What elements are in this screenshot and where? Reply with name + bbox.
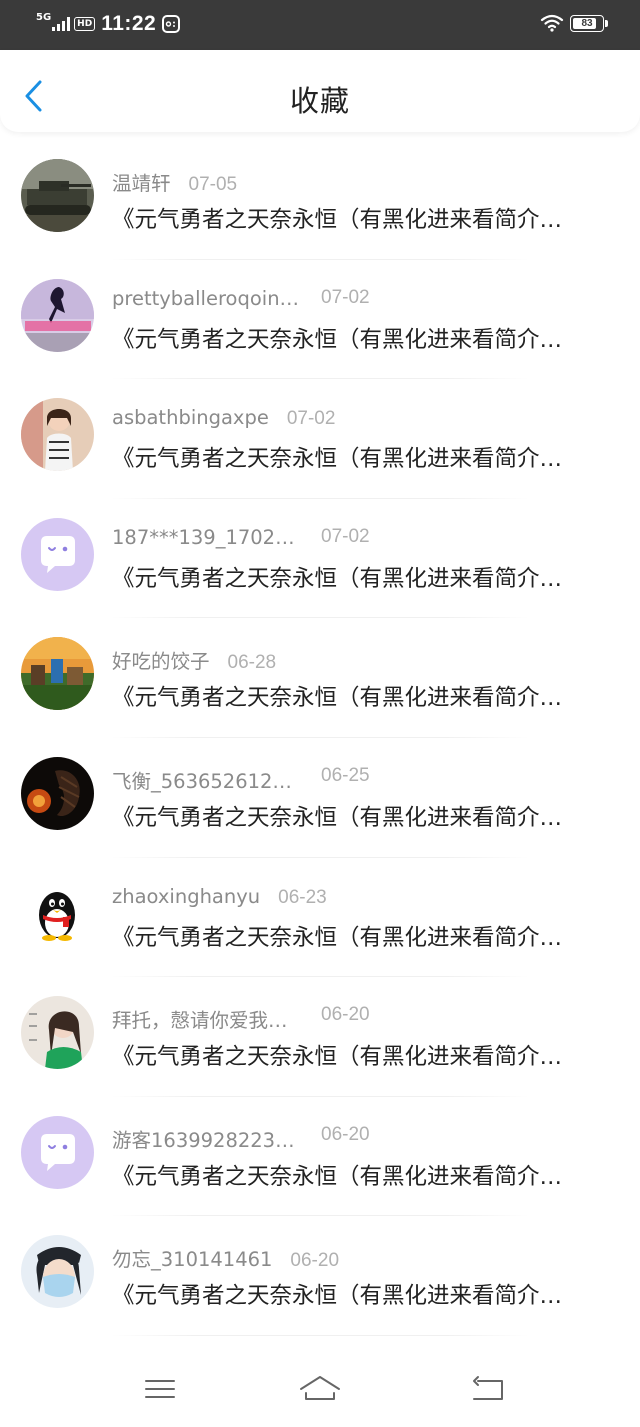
username: 温靖轩 (112, 172, 171, 195)
item-title: 《元气勇者之天奈永恒（有黑化进来看简介… (112, 326, 563, 353)
list-item[interactable]: zhaoxinghanyu 06-23 《元气勇者之天奈永恒（有黑化进来看简介… (0, 858, 640, 978)
username: 187***139_1702… (112, 525, 295, 549)
list-item[interactable]: asbathbingaxpe 07-02 《元气勇者之天奈永恒（有黑化进来看简介… (0, 379, 640, 499)
date: 06-23 (278, 886, 327, 908)
date: 06-20 (321, 1004, 370, 1026)
date: 07-02 (321, 525, 370, 547)
item-meta: 游客1639928223… 06-20 (112, 1124, 370, 1153)
item-meta: 187***139_1702… 07-02 (112, 525, 370, 549)
item-title: 《元气勇者之天奈永恒（有黑化进来看简介… (112, 1163, 563, 1190)
list-item[interactable]: 好吃的饺子 06-28 《元气勇者之天奈永恒（有黑化进来看简介… (0, 618, 640, 738)
username: 拜托，慤请你爱我… (112, 1009, 288, 1033)
avatar (21, 996, 94, 1070)
avatar (21, 1115, 94, 1189)
signal-icon (52, 17, 71, 31)
hd-badge: HD (74, 17, 96, 31)
username: 勿忘_310141461 (112, 1248, 273, 1272)
item-title: 《元气勇者之天奈永恒（有黑化进来看简介… (112, 685, 563, 712)
date: 07-02 (321, 286, 370, 308)
gamepad-icon (162, 15, 181, 33)
avatar (21, 756, 94, 830)
avatar (21, 398, 94, 472)
list-item[interactable]: prettyballeroqoin… 07-02 《元气勇者之天奈永恒（有黑化进… (0, 260, 640, 380)
username: asbathbingaxpe (112, 406, 269, 430)
status-left: 5G HD 11:22 (36, 11, 181, 36)
username: 游客1639928223… (112, 1128, 295, 1152)
item-title: 《元气勇者之天奈永恒（有黑化进来看简介… (112, 1283, 563, 1310)
item-meta: 拜托，慤请你爱我… 06-20 (112, 1004, 370, 1033)
page-title: 收藏 (289, 84, 350, 118)
avatar (21, 517, 94, 591)
item-title: 《元气勇者之天奈永恒（有黑化进来看简介… (112, 1044, 563, 1071)
avatar (21, 637, 94, 711)
item-title: 《元气勇者之天奈永恒（有黑化进来看简介… (112, 804, 563, 831)
date: 06-28 (227, 652, 277, 674)
favorites-list: 温靖轩 07-05 《元气勇者之天奈永恒（有黑化进来看简介… prettybal… (0, 140, 640, 1336)
date: 06-20 (290, 1250, 340, 1272)
item-title: 《元气勇者之天奈永恒（有黑化进来看简介… (112, 446, 563, 473)
avatar (21, 159, 94, 232)
list-item[interactable]: 拜托，慤请你爱我… 06-20 《元气勇者之天奈永恒（有黑化进来看简介… (0, 977, 640, 1097)
status-right: 83 (540, 14, 608, 32)
username: 好吃的饺子 (112, 650, 210, 674)
item-title: 《元气勇者之天奈永恒（有黑化进来看简介… (112, 207, 563, 233)
item-title: 《元气勇者之天奈永恒（有黑化进来看简介… (112, 924, 563, 951)
menu-icon (145, 1380, 175, 1398)
list-item[interactable]: 勿忘_310141461 06-20 《元气勇者之天奈永恒（有黑化进来看简介… (0, 1216, 640, 1336)
battery-icon: 83 (570, 14, 608, 32)
wifi-icon (540, 14, 564, 32)
status-bar: 5G HD 11:22 83 (0, 0, 640, 50)
item-meta: 温靖轩 07-05 (112, 167, 237, 196)
item-meta: prettyballeroqoin… 07-02 (112, 286, 370, 310)
avatar (21, 876, 94, 950)
back-icon (473, 1376, 503, 1400)
page-header: 收藏 (0, 50, 640, 132)
network-type: 5G (36, 11, 52, 23)
home-button[interactable] (298, 1373, 342, 1405)
menu-button[interactable] (140, 1373, 180, 1405)
item-meta: asbathbingaxpe 07-02 (112, 406, 335, 430)
item-title: 《元气勇者之天奈永恒（有黑化进来看简介… (112, 565, 563, 592)
back-nav-button[interactable] (468, 1373, 508, 1405)
username: 飞衡_563652612… (112, 769, 292, 793)
date: 06-20 (321, 1123, 370, 1145)
list-item[interactable]: 温靖轩 07-05 《元气勇者之天奈永恒（有黑化进来看简介… (0, 140, 640, 260)
username: zhaoxinghanyu (112, 884, 261, 908)
status-time: 11:22 (101, 12, 157, 35)
list-item[interactable]: 187***139_1702… 07-02 《元气勇者之天奈永恒（有黑化进来看简… (0, 499, 640, 619)
item-meta: 飞衡_563652612… 06-25 (112, 765, 370, 794)
item-meta: zhaoxinghanyu 06-23 (112, 885, 327, 909)
list-item[interactable]: 飞衡_563652612… 06-25 《元气勇者之天奈永恒（有黑化进来看简介… (0, 738, 640, 858)
date: 07-05 (188, 174, 238, 195)
date: 07-02 (286, 408, 336, 430)
list-item[interactable]: 游客1639928223… 06-20 《元气勇者之天奈永恒（有黑化进来看简介… (0, 1097, 640, 1217)
item-meta: 勿忘_310141461 06-20 (112, 1243, 339, 1272)
date: 06-25 (321, 764, 370, 786)
avatar (21, 1235, 94, 1309)
system-nav-bar (0, 1355, 640, 1427)
username: prettyballeroqoin… (112, 286, 300, 310)
home-icon (300, 1376, 340, 1400)
battery-level: 83 (581, 17, 593, 29)
item-meta: 好吃的饺子 06-28 (112, 645, 276, 674)
avatar (21, 278, 94, 352)
